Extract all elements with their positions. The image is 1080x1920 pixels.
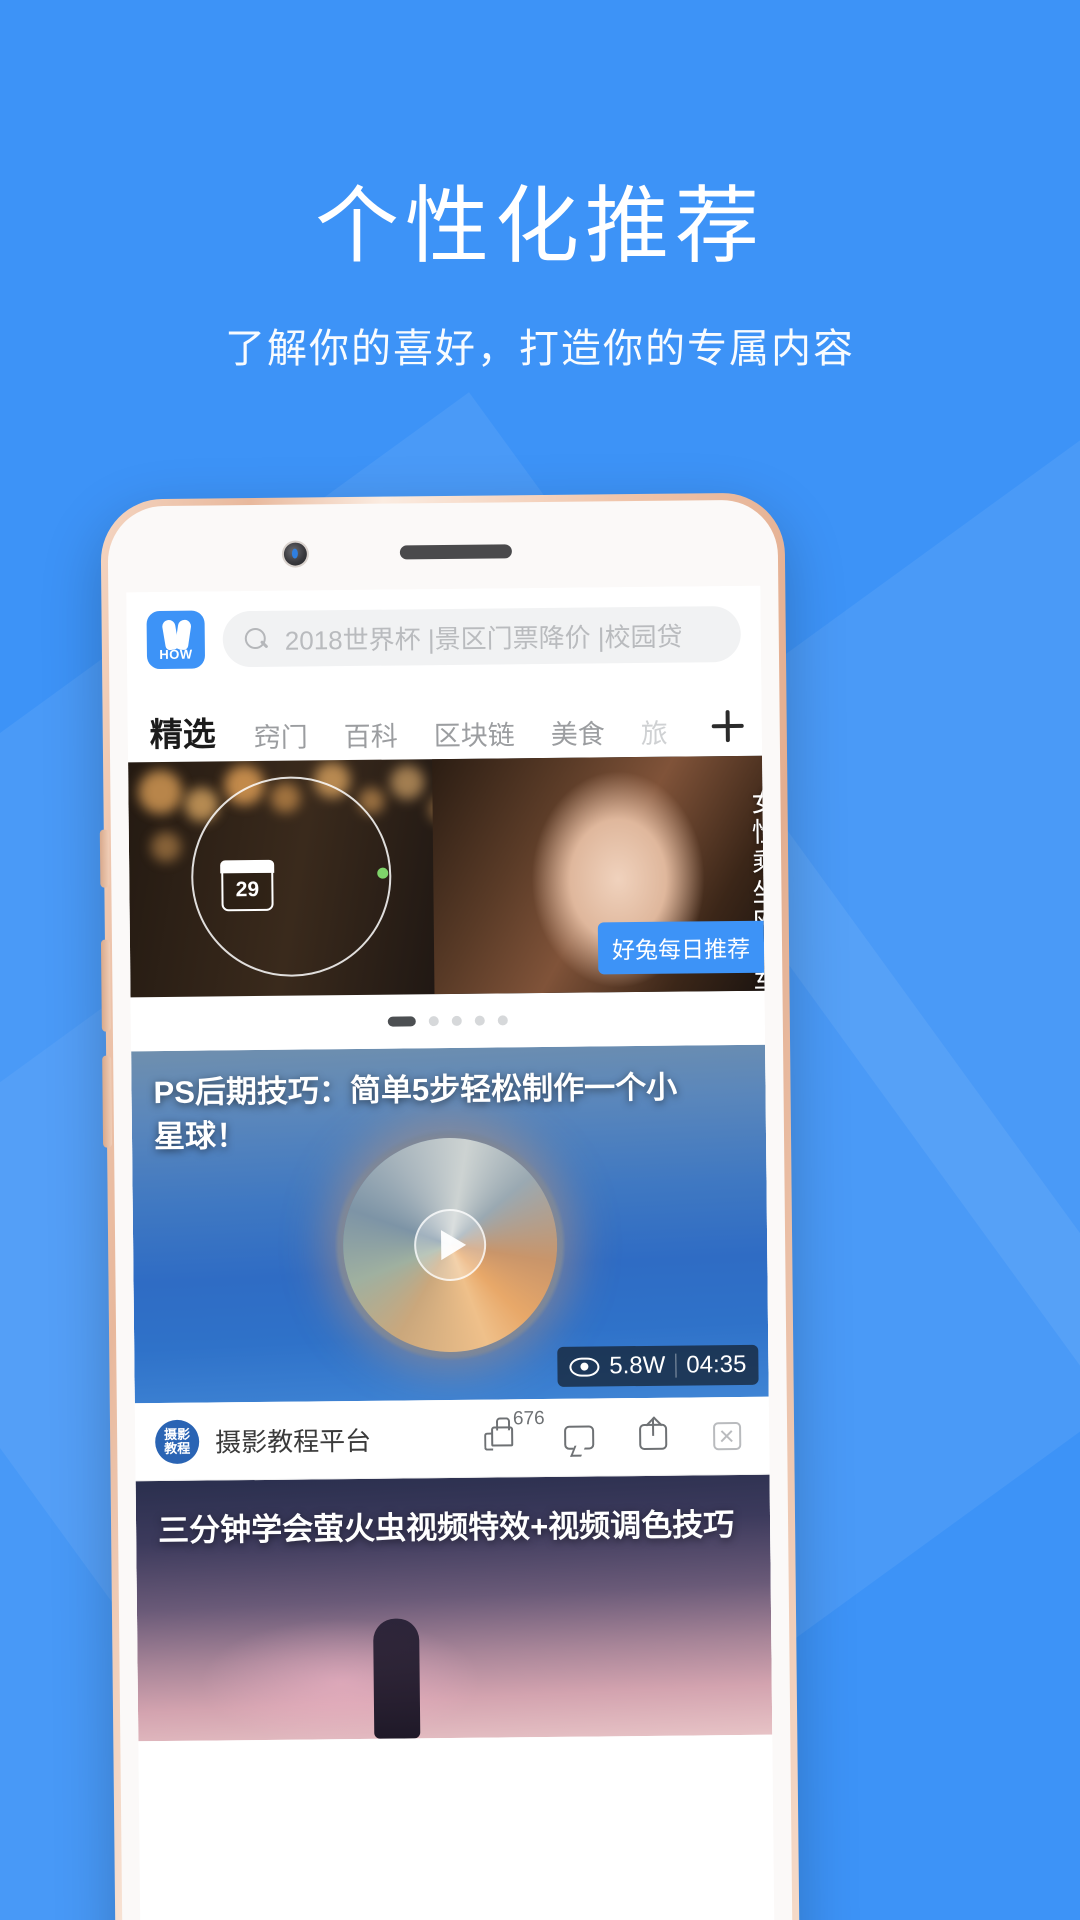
phone-volume-up-button xyxy=(100,939,111,1032)
app-logo[interactable]: HOW xyxy=(146,610,206,670)
app-header: HOW 2018世界杯 |景区门票降价 |校园贷 xyxy=(126,585,762,689)
tab-qukuailian[interactable]: 区块链 xyxy=(434,713,515,753)
bokeh-light xyxy=(150,831,182,863)
tab-qiaomen[interactable]: 窍门 xyxy=(254,715,308,755)
tab-baike[interactable]: 百科 xyxy=(344,715,398,755)
calendar-icon: 29 xyxy=(221,860,274,912)
category-tabs: 精选 窍门 百科 区块链 美食 旅 xyxy=(127,681,763,763)
promo-headline: 个性化推荐 xyxy=(314,179,765,273)
phone-body: HOW 2018世界杯 |景区门票降价 |校园贷 精选 窍门 百科 区块链 美食… xyxy=(107,499,793,1920)
article-card[interactable]: 三分钟学会萤火虫视频特效+视频调色技巧 xyxy=(135,1474,773,1742)
phone-volume-down-button xyxy=(102,1055,113,1148)
article-silhouette xyxy=(373,1618,421,1739)
phone-mockup: HOW 2018世界杯 |景区门票降价 |校园贷 精选 窍门 百科 区块链 美食… xyxy=(99,492,800,1920)
search-icon xyxy=(243,626,269,652)
eye-icon xyxy=(569,1357,599,1376)
share-icon xyxy=(639,1423,668,1450)
daily-recommend-badge[interactable]: 好兔每日推荐 xyxy=(597,920,765,975)
like-button[interactable]: 676 xyxy=(487,1408,545,1458)
dismiss-button[interactable] xyxy=(709,1415,749,1455)
search-input[interactable]: 2018世界杯 |景区门票降价 |校园贷 xyxy=(222,605,742,668)
front-camera-icon xyxy=(283,542,308,566)
video-view-count: 5.8W xyxy=(609,1351,666,1380)
app-logo-text: HOW xyxy=(159,646,193,663)
video-card[interactable]: PS后期技巧：简单5步轻松制作一个小星球！ 5.8W 04:35 xyxy=(131,1044,769,1404)
earpiece-speaker xyxy=(399,544,512,560)
carousel-dots xyxy=(130,990,766,1052)
meta-divider xyxy=(675,1353,677,1378)
carousel-dot-4[interactable] xyxy=(474,1015,485,1026)
avatar[interactable]: 摄影 教程 xyxy=(154,1419,200,1464)
search-placeholder: 2018世界杯 |景区门票降价 |校园贷 xyxy=(284,621,683,656)
plus-icon[interactable] xyxy=(703,702,752,751)
article-title: 三分钟学会萤火虫视频特效+视频调色技巧 xyxy=(157,1507,735,1549)
calendar-day: 29 xyxy=(235,877,260,902)
carousel-dot-1[interactable] xyxy=(387,1016,416,1027)
carousel-dot-5[interactable] xyxy=(497,1015,508,1026)
thumbs-up-icon xyxy=(491,1425,514,1447)
phone-mute-button xyxy=(99,829,110,888)
comment-icon xyxy=(564,1425,595,1450)
close-icon xyxy=(713,1421,742,1450)
share-button[interactable] xyxy=(635,1416,675,1456)
phone-top-bezel xyxy=(107,500,778,593)
promo-subheadline: 了解你的喜好，打造你的专属内容 xyxy=(225,327,855,372)
bokeh-light xyxy=(138,769,183,815)
video-meta: 5.8W 04:35 xyxy=(557,1344,759,1387)
carousel-dot-3[interactable] xyxy=(451,1015,462,1026)
app-screen: HOW 2018世界杯 |景区门票降价 |校园贷 精选 窍门 百科 区块链 美食… xyxy=(126,585,775,1920)
tab-jingxuan[interactable]: 精选 xyxy=(150,707,216,756)
tabs-fade-overlay xyxy=(663,682,705,757)
carousel-dot-2[interactable] xyxy=(428,1016,439,1027)
avatar-line-2: 教程 xyxy=(164,1440,191,1456)
avatar-line-1: 摄影 xyxy=(164,1426,191,1442)
promo-text-block: 个性化推荐 了解你的喜好，打造你的专属内容 xyxy=(0,180,1080,374)
banner-carousel[interactable]: 29 安全防范指南 女性乘坐网约车 好兔每日推荐 xyxy=(128,755,765,998)
video-title: PS后期技巧：简单5步轻松制作一个小星球！ xyxy=(153,1069,678,1155)
video-duration: 04:35 xyxy=(686,1350,747,1379)
tab-meishi[interactable]: 美食 xyxy=(551,712,605,752)
like-count: 676 xyxy=(512,1407,545,1429)
action-buttons: 676 xyxy=(487,1408,749,1458)
video-action-row: 摄影 教程 摄影教程平台 676 xyxy=(134,1396,770,1482)
comment-button[interactable] xyxy=(561,1417,601,1457)
play-icon[interactable] xyxy=(413,1208,487,1282)
source-name[interactable]: 摄影教程平台 xyxy=(215,1421,371,1460)
